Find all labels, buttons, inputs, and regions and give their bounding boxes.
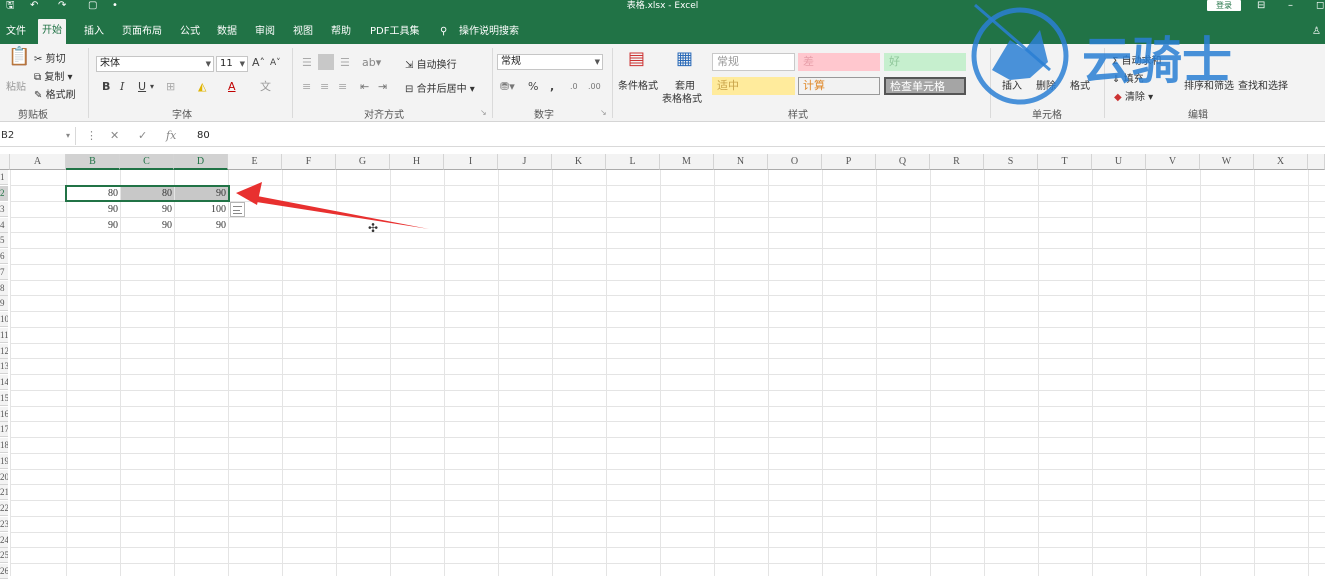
watermark-text: 云骑士 <box>1082 32 1232 90</box>
arrow-shaft <box>250 195 429 229</box>
knight-icon <box>992 30 1048 80</box>
watermark-logo: 云骑士 <box>971 3 1232 105</box>
